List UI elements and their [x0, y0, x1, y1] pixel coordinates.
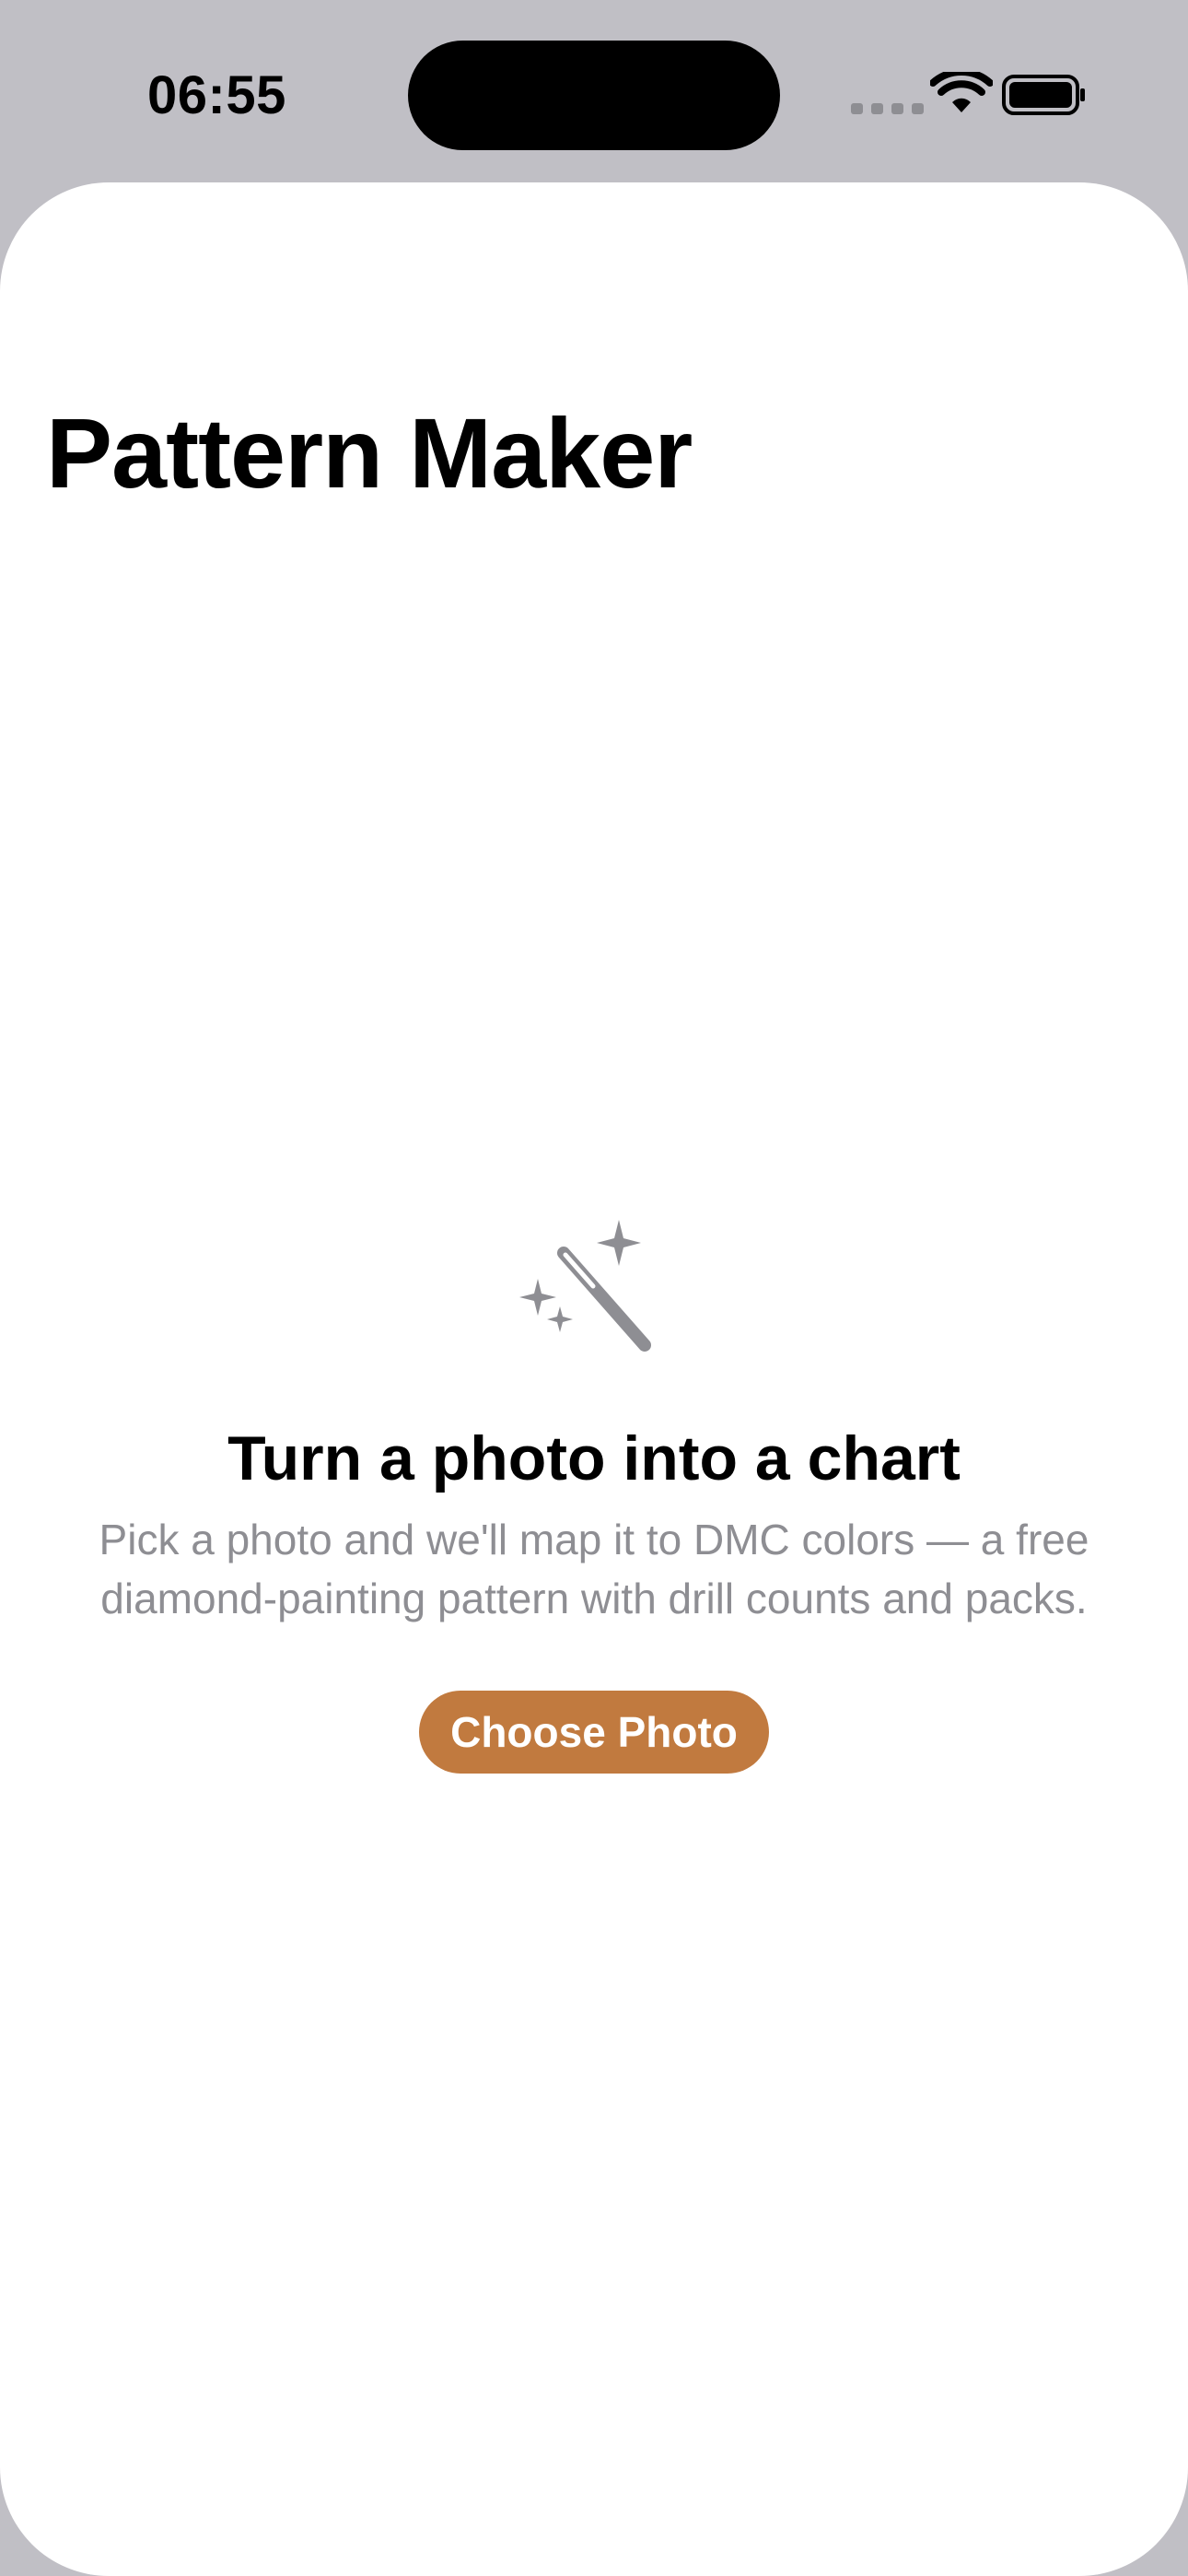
- dynamic-island: [408, 41, 780, 150]
- battery-icon: [1002, 75, 1085, 115]
- empty-state-heading: Turn a photo into a chart: [227, 1423, 961, 1493]
- choose-photo-button[interactable]: Choose Photo: [419, 1690, 769, 1774]
- cellular-signal-icon: [851, 103, 924, 114]
- empty-state: Turn a photo into a chart Pick a photo a…: [0, 1214, 1188, 1774]
- status-time: 06:55: [147, 65, 286, 125]
- magic-wand-icon: [519, 1220, 651, 1352]
- wifi-icon: [930, 72, 993, 112]
- main-sheet: Pattern Maker Turn a photo into a chart …: [0, 182, 1188, 2576]
- empty-state-description: Pick a photo and we'll map it to DMC col…: [99, 1515, 1089, 1622]
- status-bar: 06:55: [0, 0, 1188, 184]
- page-title: Pattern Maker: [46, 397, 693, 509]
- status-icons: [847, 72, 1087, 118]
